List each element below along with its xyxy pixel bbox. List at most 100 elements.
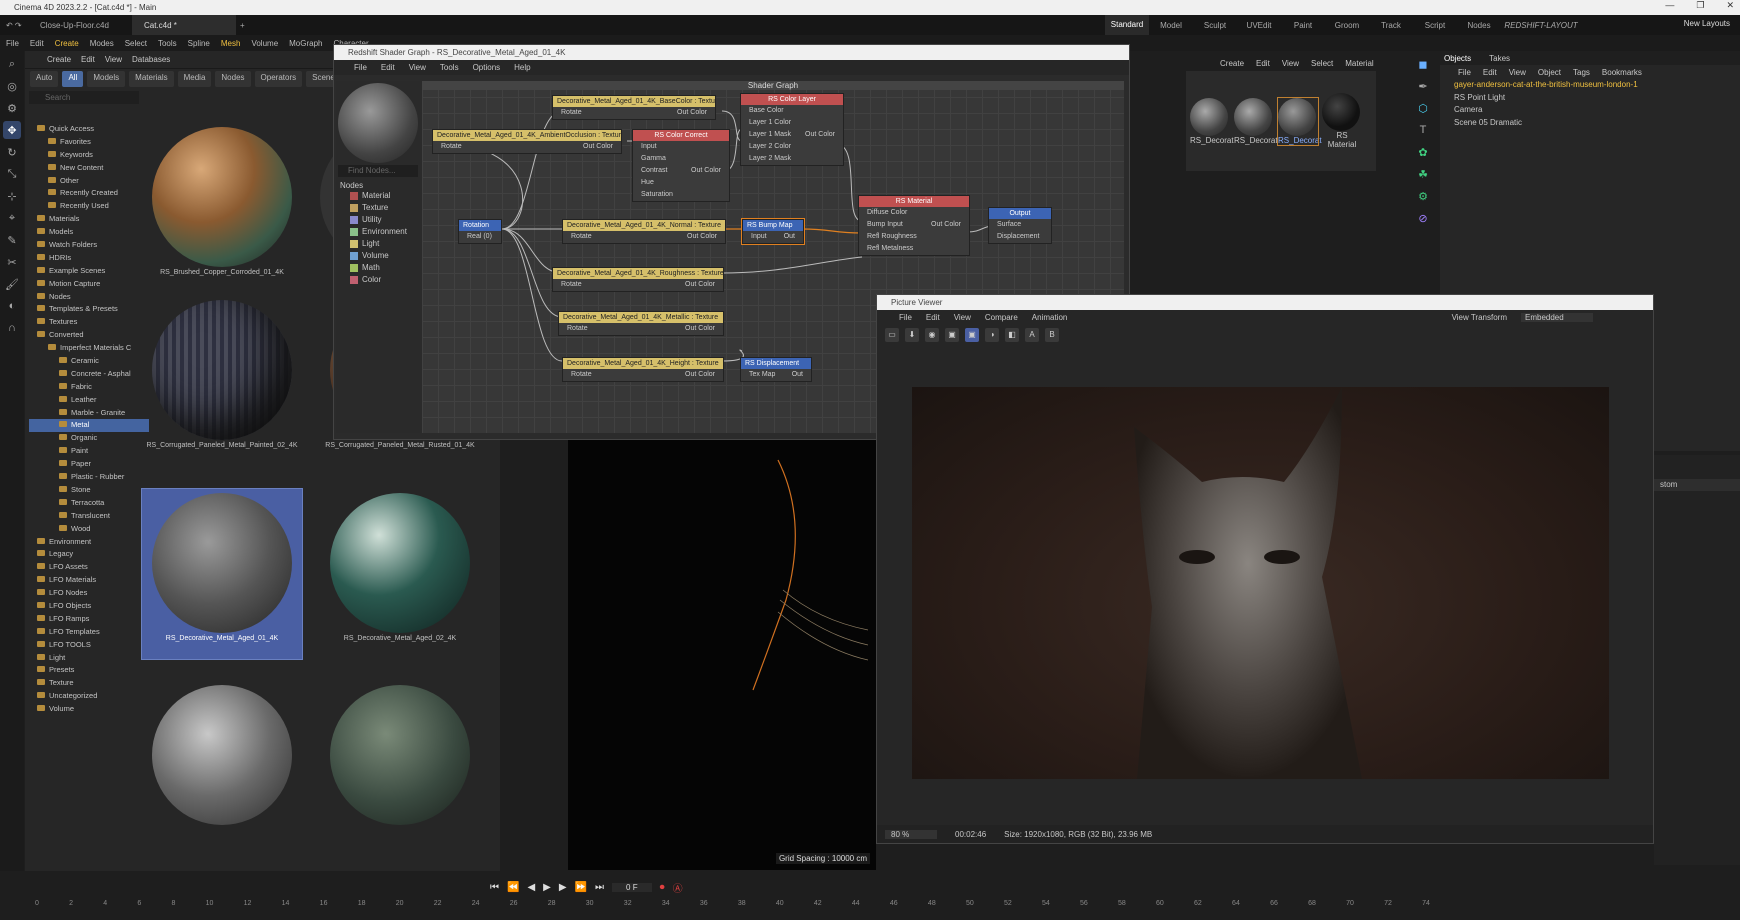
menu-mesh[interactable]: Mesh	[221, 39, 241, 48]
tab-takes[interactable]: Takes	[1489, 54, 1510, 63]
node-category[interactable]: Math	[336, 262, 420, 274]
record-icon[interactable]: ⏺	[660, 882, 665, 893]
asset-thumbnail-selected[interactable]: RS_Decorative_Metal_Aged_01_4K	[141, 488, 303, 660]
tree-item[interactable]: Nodes	[29, 291, 149, 304]
asset-search-input[interactable]: Search	[29, 91, 139, 104]
tree-item[interactable]: Favorites	[29, 136, 149, 149]
layout-model[interactable]: Model	[1149, 21, 1193, 30]
node-category[interactable]: Color	[336, 274, 420, 286]
tree-item[interactable]: Stone	[29, 484, 149, 497]
node-rs-color-layer[interactable]: RS Color Layer Base Color Layer 1 Color …	[740, 93, 844, 166]
tree-item[interactable]: New Content	[29, 162, 149, 175]
node-category[interactable]: Texture	[336, 202, 420, 214]
tree-item[interactable]: Marble - Granite	[29, 407, 149, 420]
tree-item[interactable]: LFO Nodes	[29, 587, 149, 600]
material-swatch[interactable]: RS_Decorat	[1190, 97, 1234, 145]
pv-menu-view[interactable]: View	[954, 313, 971, 322]
tree-item[interactable]: Light	[29, 652, 149, 665]
obj-menu-edit[interactable]: Edit	[1483, 68, 1497, 77]
pv-menu-compare[interactable]: Compare	[985, 313, 1018, 322]
tree-item[interactable]: Example Scenes	[29, 265, 149, 278]
layout-groom[interactable]: Groom	[1325, 21, 1369, 30]
tree-item[interactable]: Organic	[29, 432, 149, 445]
autokey-icon[interactable]: Ⓐ	[673, 880, 683, 895]
node-rotation[interactable]: Rotation Real (0)	[458, 219, 502, 244]
next-frame-icon[interactable]: ▶	[559, 882, 567, 893]
asset-tab-media[interactable]: Media	[177, 71, 212, 87]
set-a-icon[interactable]: A	[1025, 328, 1039, 342]
mat-menu-view[interactable]: View	[1282, 59, 1299, 68]
asset-tab-materials[interactable]: Materials	[129, 71, 174, 87]
tree-item[interactable]: Materials	[29, 213, 149, 226]
sg-menu-options[interactable]: Options	[473, 63, 501, 72]
asset-menu-edit[interactable]: Edit	[81, 55, 95, 64]
current-frame-field[interactable]: 0 F	[612, 883, 652, 892]
move-icon[interactable]: ✥	[3, 121, 21, 139]
timeline-ruler[interactable]: 0 2 4 6 8 10 12 14 16 18 20 22 24 26 28 30 32 34 36 38 40 42 4…	[35, 900, 1430, 920]
find-nodes-input[interactable]: Find Nodes...	[338, 165, 418, 177]
layout-nodes[interactable]: Nodes	[1457, 21, 1501, 30]
maximize-icon[interactable]: ❐	[1696, 0, 1704, 11]
tree-item[interactable]: Other	[29, 175, 149, 188]
tab-objects[interactable]: Objects	[1444, 54, 1471, 63]
tree-item[interactable]: Textures	[29, 316, 149, 329]
node-basecolor-texture[interactable]: Decorative_Metal_Aged_01_4K_BaseColor : …	[552, 95, 716, 120]
knife-icon[interactable]: ✂	[3, 253, 21, 271]
tree-item[interactable]: LFO Ramps	[29, 613, 149, 626]
object-item[interactable]: gayer-anderson-cat-at-the-british-museum…	[1440, 79, 1740, 92]
sg-menu-edit[interactable]: Edit	[381, 63, 395, 72]
prev-frame-icon[interactable]: ◀	[527, 882, 535, 893]
asset-menu-create[interactable]: Create	[47, 55, 71, 64]
mograph-icon[interactable]: ☘	[1414, 165, 1432, 183]
add-tab-icon[interactable]: +	[240, 21, 245, 30]
new-layouts-button[interactable]: New Layouts	[1684, 19, 1730, 28]
tree-item[interactable]: Wood	[29, 523, 149, 536]
tree-item[interactable]: Watch Folders	[29, 239, 149, 252]
file-tab-active[interactable]: Cat.c4d *	[132, 15, 236, 35]
generator-icon[interactable]: ✿	[1414, 143, 1432, 161]
tree-item[interactable]: HDRIs	[29, 252, 149, 265]
goto-start-icon[interactable]: ⏮	[490, 882, 499, 893]
tree-item[interactable]: Presets	[29, 664, 149, 677]
field-icon[interactable]: ⊘	[1414, 209, 1432, 227]
tree-item[interactable]: Paint	[29, 445, 149, 458]
menu-create[interactable]: Create	[55, 39, 79, 48]
tree-item[interactable]: LFO TOOLS	[29, 639, 149, 652]
menu-volume[interactable]: Volume	[251, 39, 278, 48]
pv-menu-file[interactable]: File	[899, 313, 912, 322]
deformer-icon[interactable]: ⚙	[1414, 187, 1432, 205]
pv-menu-edit[interactable]: Edit	[926, 313, 940, 322]
play-icon[interactable]: ▶	[543, 882, 551, 893]
set-b-icon[interactable]: B	[1045, 328, 1059, 342]
object-item[interactable]: Camera	[1440, 104, 1740, 117]
node-height-texture[interactable]: Decorative_Metal_Aged_01_4K_Height : Tex…	[562, 357, 724, 382]
tree-item[interactable]: Translucent	[29, 510, 149, 523]
tree-item[interactable]: LFO Materials	[29, 574, 149, 587]
node-ao-texture[interactable]: Decorative_Metal_Aged_01_4K_AmbientOcclu…	[432, 129, 622, 154]
obj-menu-bookmarks[interactable]: Bookmarks	[1602, 68, 1642, 77]
tree-item[interactable]: Uncategorized	[29, 690, 149, 703]
pv-menu-animation[interactable]: Animation	[1032, 313, 1068, 322]
3d-viewport[interactable]: Grid Spacing : 10000 cm	[568, 440, 876, 870]
node-metallic-texture[interactable]: Decorative_Metal_Aged_01_4K_Metallic : T…	[558, 311, 724, 336]
gear-icon[interactable]: ⚙	[3, 99, 21, 117]
rotate-icon[interactable]: ↻	[3, 143, 21, 161]
menu-select[interactable]: Select	[125, 39, 147, 48]
tree-item[interactable]: Leather	[29, 394, 149, 407]
asset-thumbnail[interactable]: RS_Brushed_Copper_Corroded_01_4K	[142, 123, 302, 293]
close-icon[interactable]: ✕	[1726, 0, 1734, 11]
compare-icon[interactable]: ◧	[1005, 328, 1019, 342]
menu-edit[interactable]: Edit	[30, 39, 44, 48]
mat-menu-create[interactable]: Create	[1220, 59, 1244, 68]
menu-spline[interactable]: Spline	[188, 39, 210, 48]
tree-item[interactable]: Legacy	[29, 548, 149, 561]
tree-item[interactable]: Ceramic	[29, 355, 149, 368]
fit-icon[interactable]: ▣	[965, 328, 979, 342]
stop-icon[interactable]: ◉	[925, 328, 939, 342]
tree-item[interactable]: LFO Assets	[29, 561, 149, 574]
layout-track[interactable]: Track	[1369, 21, 1413, 30]
menu-tools[interactable]: Tools	[158, 39, 177, 48]
pen-icon[interactable]: ✒	[1414, 77, 1432, 95]
menu-file[interactable]: File	[6, 39, 19, 48]
tree-item[interactable]: Metal	[29, 419, 149, 433]
